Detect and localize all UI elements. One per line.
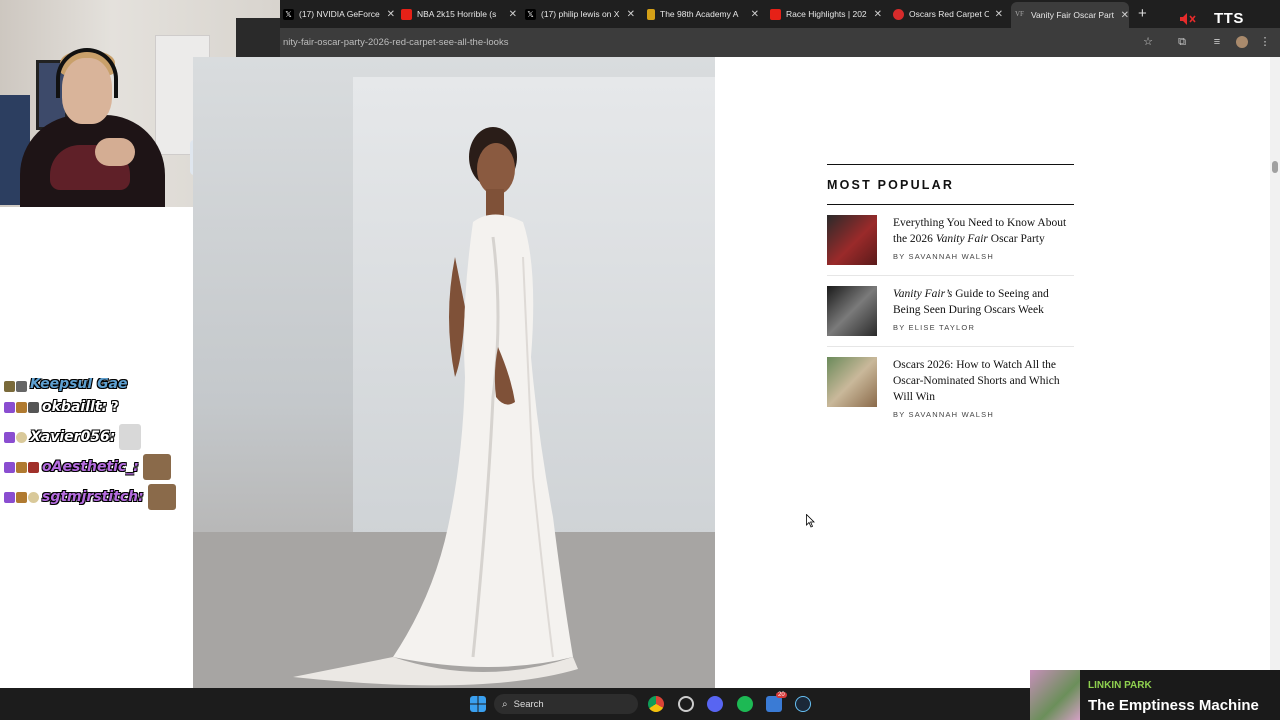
chat-badges xyxy=(4,461,39,473)
tab-title: Race Highlights | 202 xyxy=(786,9,867,19)
red-carpet-icon xyxy=(893,8,904,20)
chat-username: Keepsul Gae xyxy=(30,378,128,392)
chat-message: sgtmjrstitch: xyxy=(4,482,194,512)
chat-badges xyxy=(4,491,39,503)
story-thumbnail[interactable] xyxy=(827,286,877,336)
close-tab-icon[interactable]: ✕ xyxy=(1121,10,1129,21)
chat-badges xyxy=(4,381,27,392)
new-tab-button[interactable]: + xyxy=(1138,5,1147,22)
chat-message: oAesthetic_: xyxy=(4,452,194,482)
vanity-fair-logo-icon: VF xyxy=(1015,9,1024,18)
search-icon: ⌕ xyxy=(502,698,508,710)
speaker-muted-icon xyxy=(1180,13,1196,25)
chat-message: okbaillt: ? xyxy=(4,392,194,422)
chat-username: Xavier056: xyxy=(30,429,116,445)
menu-kebab-icon[interactable]: ⋮ xyxy=(1259,36,1271,48)
close-tab-icon[interactable]: ✕ xyxy=(387,9,395,20)
app-with-badge-icon[interactable] xyxy=(766,696,782,712)
gown-figure xyxy=(293,127,578,686)
red-carpet-photo xyxy=(193,57,715,688)
popular-story[interactable]: Everything You Need to Know About the 20… xyxy=(827,205,1074,276)
spotify-icon[interactable] xyxy=(737,696,753,712)
obs-icon[interactable] xyxy=(678,696,694,712)
twitch-sub-badge-icon xyxy=(4,431,15,443)
tab-oscars-red-carpet[interactable]: Oscars Red Carpet O ✕ xyxy=(893,4,1003,24)
youtube-icon xyxy=(770,8,781,20)
chat-text: ? xyxy=(111,399,119,415)
chat-message: Xavier056: xyxy=(4,422,194,452)
discord-icon[interactable] xyxy=(707,696,723,712)
tab-philip-lewis[interactable]: 𝕏 (17) philip lewis on X ✕ xyxy=(525,4,635,24)
profile-avatar-icon[interactable] xyxy=(1236,36,1248,48)
story-title[interactable]: Oscars 2026: How to Watch All the Oscar-… xyxy=(893,357,1074,405)
chat-badges xyxy=(4,431,27,443)
mouse-cursor-icon xyxy=(806,514,815,528)
steam-icon[interactable] xyxy=(795,696,811,712)
close-tab-icon[interactable]: ✕ xyxy=(995,9,1003,20)
story-text: Everything You Need to Know About the 20… xyxy=(893,215,1074,265)
album-art xyxy=(1030,670,1080,720)
tab-academy-awards[interactable]: The 98th Academy A ✕ xyxy=(647,4,759,24)
tts-overlay-label: TTS xyxy=(1214,10,1244,27)
chat-message-partial: Keepsul Gae xyxy=(4,378,194,392)
url-text[interactable]: nity-fair-oscar-party-2026-red-carpet-se… xyxy=(283,37,508,48)
chrome-icon[interactable] xyxy=(648,696,664,712)
tab-title: NBA 2k15 Horrible (s xyxy=(417,9,497,19)
story-title[interactable]: Everything You Need to Know About the 20… xyxy=(893,215,1074,247)
now-playing-artist: LINKIN PARK xyxy=(1088,680,1152,691)
close-tab-icon[interactable]: ✕ xyxy=(751,9,759,20)
close-tab-icon[interactable]: ✕ xyxy=(874,9,882,20)
twitch-sub-badge-icon xyxy=(4,491,15,503)
tab-title: Oscars Red Carpet O xyxy=(909,9,989,19)
popular-story[interactable]: Vanity Fair’s Guide to Seeing and Being … xyxy=(827,276,1074,347)
close-tab-icon[interactable]: ✕ xyxy=(627,9,635,20)
story-text: Vanity Fair’s Guide to Seeing and Being … xyxy=(893,286,1074,336)
x-logo-icon: 𝕏 xyxy=(525,8,536,20)
story-byline: BY SAVANNAH WALSH xyxy=(893,410,994,419)
story-title[interactable]: Vanity Fair’s Guide to Seeing and Being … xyxy=(893,286,1074,318)
story-thumbnail[interactable] xyxy=(827,357,877,407)
notification-badge: 20 xyxy=(776,692,787,698)
most-popular-heading: MOST POPULAR xyxy=(827,165,1074,205)
most-popular-module: MOST POPULAR Everything You Need to Know… xyxy=(827,164,1074,429)
windows-start-icon[interactable] xyxy=(470,696,486,712)
tab-title: (17) NVIDIA GeForce xyxy=(299,9,380,19)
tab-title: (17) philip lewis on X xyxy=(541,9,620,19)
streamer-hand xyxy=(95,138,135,166)
page-scrollbar[interactable] xyxy=(1270,57,1280,688)
twitch-sub-badge-icon xyxy=(4,401,15,413)
oscar-statue-icon xyxy=(647,8,655,20)
chat-username: sgtmjrstitch: xyxy=(42,489,144,505)
chat-emote-icon xyxy=(142,454,171,480)
story-thumbnail[interactable] xyxy=(827,215,877,265)
taskbar-search[interactable]: ⌕ Search xyxy=(494,694,638,714)
chat-badges xyxy=(4,401,39,413)
story-byline: BY SAVANNAH WALSH xyxy=(893,252,994,261)
x-logo-icon: 𝕏 xyxy=(283,8,294,20)
stream-chat-overlay: Keepsul Gae okbaillt: ? Xavier056: oAest… xyxy=(4,378,194,512)
tab-title: The 98th Academy A xyxy=(660,9,739,19)
youtube-icon xyxy=(401,8,412,20)
extensions-icon[interactable]: ⧉ xyxy=(1176,36,1188,48)
chat-emote-icon xyxy=(119,424,142,450)
bookmark-star-icon[interactable]: ☆ xyxy=(1142,36,1154,48)
chat-emote-icon xyxy=(147,484,176,510)
tab-race-highlights[interactable]: Race Highlights | 202 ✕ xyxy=(770,4,882,24)
tab-title: Vanity Fair Oscar Part xyxy=(1031,10,1114,20)
now-playing-track: The Emptiness Machine xyxy=(1088,697,1259,714)
chat-username: oAesthetic_: xyxy=(42,459,139,475)
tab-vanity-fair[interactable]: VF Vanity Fair Oscar Part ✕ xyxy=(1011,2,1129,28)
tab-nba-2k15[interactable]: NBA 2k15 Horrible (s ✕ xyxy=(401,4,517,24)
search-label: Search xyxy=(513,698,544,710)
story-text: Oscars 2026: How to Watch All the Oscar-… xyxy=(893,357,1074,419)
media-controls-icon[interactable]: ≡ xyxy=(1211,36,1223,48)
story-byline: BY ELISE TAYLOR xyxy=(893,323,976,332)
scrollbar-thumb[interactable] xyxy=(1272,161,1278,173)
popular-story[interactable]: Oscars 2026: How to Watch All the Oscar-… xyxy=(827,347,1074,429)
chat-username: okbaillt: xyxy=(42,399,108,415)
now-playing-overlay: LINKIN PARK The Emptiness Machine xyxy=(1030,670,1280,720)
twitch-sub-badge-icon xyxy=(4,461,15,473)
close-tab-icon[interactable]: ✕ xyxy=(509,9,517,20)
tab-nvidia[interactable]: 𝕏 (17) NVIDIA GeForce ✕ xyxy=(283,4,395,24)
